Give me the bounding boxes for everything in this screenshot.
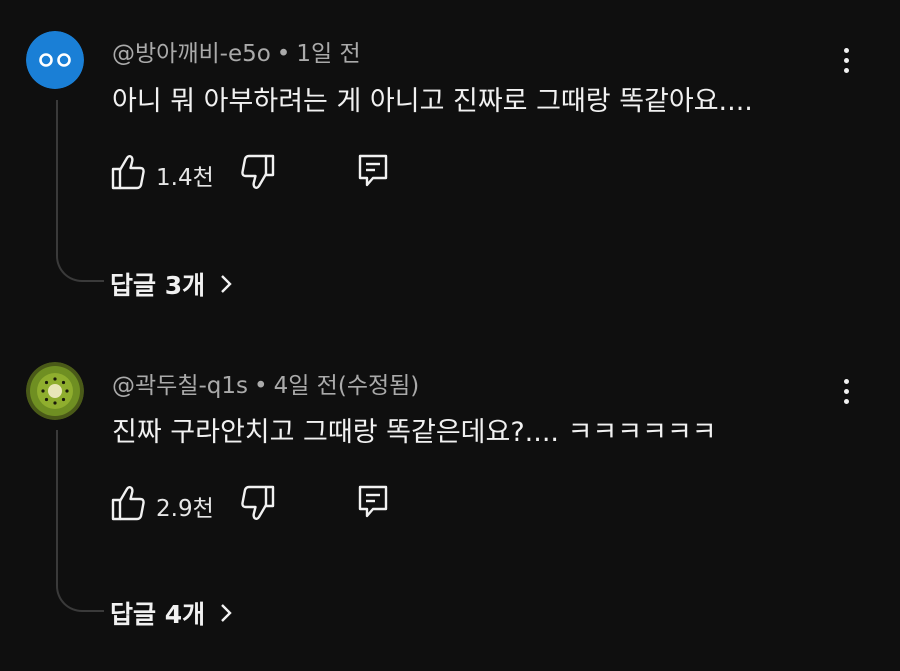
comments-list: @방아깨비-e5o • 1일 전 아니 뭐 아부하려는 게 아니고 진짜로 그때랑 …	[0, 0, 900, 671]
comment-text: 아니 뭐 아부하려는 게 아니고 진짜로 그때랑 똑같아요....	[112, 86, 753, 117]
view-replies-button[interactable]: 답글 4개	[110, 595, 233, 631]
thumbs-up-icon	[111, 155, 145, 190]
thumbs-down-icon	[241, 154, 275, 189]
comment-item: @방아깨비-e5o • 1일 전 아니 뭐 아부하려는 게 아니고 진짜로 그때랑 …	[0, 0, 900, 330]
reply-thread-line	[56, 100, 104, 282]
meta-separator: •	[276, 41, 291, 67]
comment-text: 진짜 구라안치고 그때랑 똑같은데요?.... ㅋㅋㅋㅋㅋㅋ	[112, 417, 717, 448]
comment-item: @곽두칠-q1s • 4일 전(수정됨) 진짜 구라안치고 그때랑 똑같은데요?..…	[0, 330, 900, 671]
like-count: 1.4천	[156, 165, 214, 191]
reply-thread-line	[56, 430, 104, 612]
comment-author[interactable]: @곽두칠-q1s	[112, 373, 248, 399]
thumbs-up-icon	[111, 486, 145, 521]
replies-label: 답글 3개	[110, 271, 206, 300]
avatar[interactable]	[26, 31, 84, 89]
more-dot	[843, 378, 849, 384]
avatar[interactable]	[26, 362, 84, 420]
thumbs-down-icon	[241, 485, 275, 520]
more-dot	[843, 398, 849, 404]
reply-button[interactable]	[357, 484, 389, 524]
meta-separator: •	[254, 373, 268, 399]
comment-time[interactable]: 4일 전(수정됨)	[274, 373, 420, 399]
dislike-button[interactable]	[240, 153, 276, 195]
more-dot	[843, 47, 849, 53]
replies-label: 답글 4개	[110, 600, 206, 629]
more-options-button[interactable]	[836, 40, 856, 80]
more-dot	[843, 67, 849, 73]
like-button[interactable]	[110, 484, 146, 526]
chevron-right-icon	[221, 604, 232, 622]
comment-author[interactable]: @방아깨비-e5o	[112, 41, 271, 67]
more-dot	[843, 388, 849, 394]
more-options-button[interactable]	[836, 371, 856, 411]
comment-time[interactable]: 1일 전	[296, 41, 360, 67]
reply-comment-icon	[358, 485, 388, 518]
more-dot	[843, 57, 849, 63]
view-replies-button[interactable]: 답글 3개	[110, 266, 233, 302]
comment-meta: @방아깨비-e5o • 1일 전	[112, 34, 361, 68]
like-button[interactable]	[110, 153, 146, 195]
comment-meta: @곽두칠-q1s • 4일 전(수정됨)	[112, 366, 419, 400]
two-dots-face-icon	[26, 31, 84, 89]
like-count: 2.9천	[156, 496, 214, 522]
dislike-button[interactable]	[240, 484, 276, 526]
reply-comment-icon	[358, 154, 388, 187]
kiwi-slice-icon	[26, 362, 84, 420]
reply-button[interactable]	[357, 153, 389, 193]
chevron-right-icon	[221, 275, 232, 293]
